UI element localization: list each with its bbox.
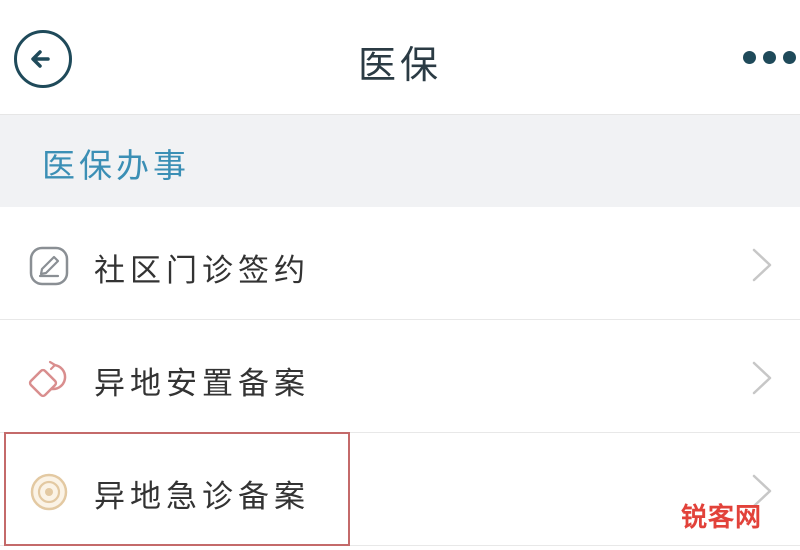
- list-item-label: 异地急诊备案: [94, 479, 310, 515]
- more-dots-icon: [763, 50, 776, 64]
- service-list: 社区门诊签约 异地安置备案 异地急诊备案: [0, 207, 800, 546]
- edit-icon: [28, 245, 70, 287]
- list-item-community-clinic[interactable]: 社区门诊签约: [0, 207, 800, 320]
- list-item-relocation[interactable]: 异地安置备案: [0, 320, 800, 433]
- top-nav-bar: 医保: [0, 0, 800, 115]
- relocation-icon: [28, 358, 70, 400]
- more-dots-icon: [743, 50, 756, 64]
- more-dots-icon: [783, 50, 796, 64]
- chevron-right-icon: [752, 361, 772, 395]
- more-button[interactable]: [736, 42, 800, 72]
- chevron-right-icon: [752, 248, 772, 282]
- section-header: 医保办事: [0, 115, 800, 207]
- section-label: 医保办事: [42, 146, 190, 185]
- watermark: 锐客网: [680, 503, 762, 533]
- list-item-label: 异地安置备案: [94, 366, 310, 402]
- list-item-label: 社区门诊签约: [94, 253, 310, 289]
- page-title: 医保: [357, 43, 442, 87]
- emergency-icon: [28, 471, 70, 513]
